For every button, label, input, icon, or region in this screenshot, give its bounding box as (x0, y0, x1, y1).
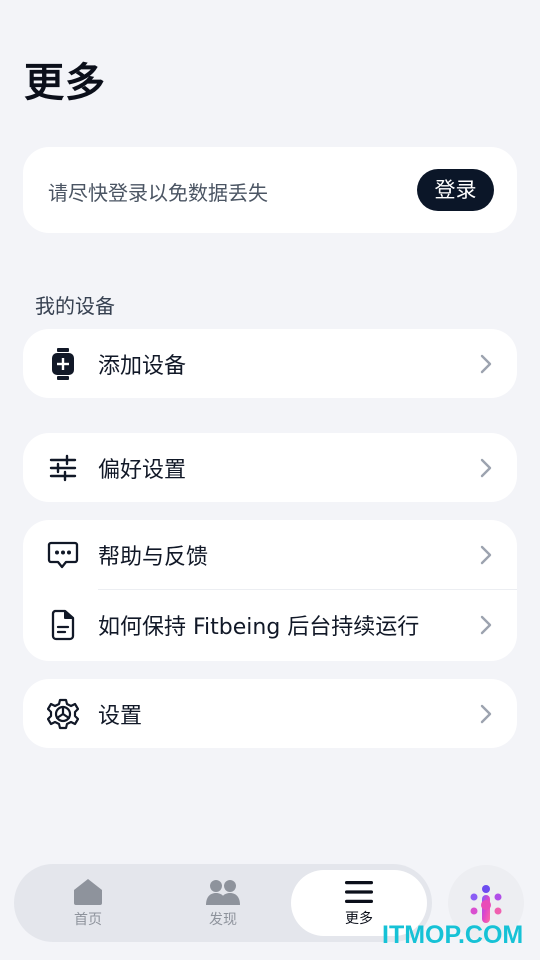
tab-discover-label: 发现 (209, 911, 237, 928)
my-devices-section-label: 我的设备 (35, 294, 115, 318)
chat-dots-icon (47, 539, 79, 571)
background-run-label: 如何保持 Fitbeing 后台持续运行 (98, 615, 420, 640)
chevron-right-icon (480, 615, 492, 635)
add-device-row[interactable]: 添加设备 (23, 329, 517, 398)
bottom-tab-bar: 首页 发现 更多 (14, 864, 432, 942)
help-feedback-row[interactable]: 帮助与反馈 (23, 520, 517, 590)
tab-more-label: 更多 (345, 910, 373, 927)
settings-label: 设置 (98, 703, 143, 729)
chevron-right-icon (480, 354, 492, 373)
tab-home-label: 首页 (74, 911, 102, 928)
settings-card: 设置 (23, 679, 517, 748)
tab-home[interactable]: 首页 (20, 870, 156, 936)
background-run-row[interactable]: 如何保持 Fitbeing 后台持续运行 (23, 590, 517, 660)
preferences-label: 偏好设置 (98, 457, 187, 483)
menu-icon (345, 880, 373, 903)
login-card: 请尽快登录以免数据丢失 登录 (23, 147, 517, 233)
phone-doc-icon (47, 609, 79, 641)
chevron-right-icon (480, 545, 492, 565)
gear-icon (47, 698, 79, 730)
help-feedback-label: 帮助与反馈 (98, 545, 209, 570)
add-device-label: 添加设备 (98, 353, 187, 379)
page-title: 更多 (24, 60, 106, 106)
preferences-card: 偏好设置 (23, 433, 517, 502)
login-hint: 请尽快登录以免数据丢失 (48, 181, 268, 205)
settings-row[interactable]: 设置 (23, 679, 517, 748)
sliders-icon (47, 452, 79, 484)
preferences-row[interactable]: 偏好设置 (23, 433, 517, 502)
chevron-right-icon (480, 458, 492, 477)
home-icon (74, 878, 102, 905)
watch-add-icon (47, 347, 79, 380)
sparkle-logo-icon (470, 885, 502, 923)
login-button[interactable]: 登录 (417, 169, 494, 211)
people-icon (206, 879, 240, 905)
help-card: 帮助与反馈 如何保持 Fitbeing 后台持续运行 (23, 520, 517, 661)
add-device-card: 添加设备 (23, 329, 517, 398)
tab-discover[interactable]: 发现 (155, 870, 291, 936)
chevron-right-icon (480, 704, 492, 723)
watermark-text: ITMOP.COM (382, 921, 524, 949)
